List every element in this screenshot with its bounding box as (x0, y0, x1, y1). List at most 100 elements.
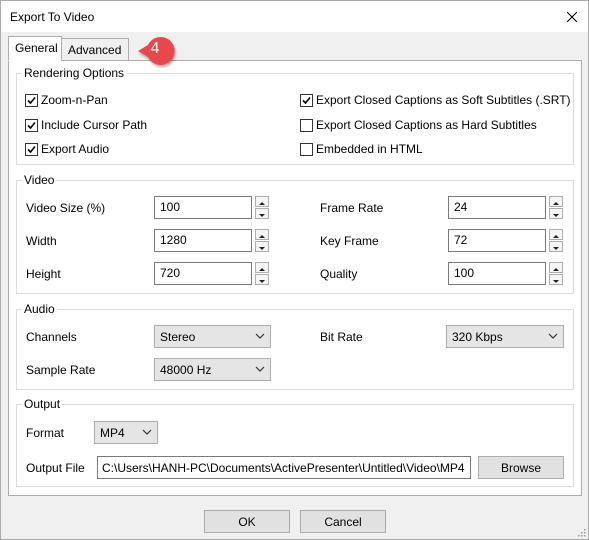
close-icon (567, 11, 577, 22)
checkbox-box (300, 142, 313, 156)
chevron-down-icon (548, 333, 558, 339)
spin-up-button[interactable] (549, 229, 563, 240)
output-file-input[interactable]: C:\Users\HANH-PC\Documents\ActivePresent… (97, 456, 471, 479)
hard-subtitles-label: Export Closed Captions as Hard Subtitles (316, 118, 537, 132)
spin-down-button[interactable] (255, 274, 269, 285)
chevron-down-icon (142, 429, 152, 435)
format-value: MP4 (100, 426, 125, 440)
frame-rate-label: Frame Rate (320, 201, 384, 215)
video-size-label: Video Size (%) (26, 201, 106, 215)
soft-subtitles-checkbox[interactable]: Export Closed Captions as Soft Subtitles… (300, 92, 571, 108)
embedded-in-html-label: Embedded in HTML (316, 142, 423, 156)
quality-input[interactable]: 100 (448, 262, 546, 285)
arrow-up-icon (553, 202, 559, 205)
arrow-down-icon (259, 247, 265, 250)
rendering-options-title: Rendering Options (22, 66, 127, 80)
bit-rate-value: 320 Kbps (452, 330, 503, 344)
spin-down-button[interactable] (549, 208, 563, 219)
spin-up-button[interactable] (255, 262, 269, 273)
resize-grip-icon[interactable] (576, 527, 586, 537)
spin-down-button[interactable] (255, 208, 269, 219)
chevron-down-icon (255, 366, 265, 372)
spin-up-button[interactable] (255, 196, 269, 207)
arrow-down-icon (553, 214, 559, 217)
export-audio-label: Export Audio (41, 142, 110, 156)
sample-rate-value: 48000 Hz (160, 363, 212, 377)
checkbox-box (300, 93, 313, 107)
embedded-in-html-checkbox[interactable]: Embedded in HTML (300, 141, 423, 157)
step-badge-number: 4 (150, 40, 160, 57)
output-title: Output (22, 397, 63, 411)
hard-subtitles-checkbox[interactable]: Export Closed Captions as Hard Subtitles (300, 117, 537, 133)
tab-advanced[interactable]: Advanced (61, 38, 129, 61)
audio-group (16, 309, 574, 390)
include-cursor-path-checkbox[interactable]: Include Cursor Path (25, 117, 147, 133)
format-select[interactable]: MP4 (94, 421, 158, 444)
tab-general-label: General (15, 41, 58, 55)
soft-subtitles-label: Export Closed Captions as Soft Subtitles… (316, 93, 571, 107)
chevron-down-icon (255, 333, 265, 339)
tab-general[interactable]: General (8, 36, 62, 61)
sample-rate-label: Sample Rate (26, 363, 96, 377)
general-tab-panel: Rendering Options Zoom-n-Pan Include Cur… (8, 60, 582, 496)
width-label: Width (26, 234, 57, 248)
check-icon (27, 96, 36, 104)
frame-rate-spinner[interactable] (549, 196, 563, 219)
checkbox-box (25, 142, 38, 156)
key-frame-input[interactable]: 72 (448, 229, 546, 252)
spin-down-button[interactable] (549, 241, 563, 252)
bit-rate-select[interactable]: 320 Kbps (446, 325, 564, 348)
frame-rate-input[interactable]: 24 (448, 196, 546, 219)
arrow-down-icon (259, 214, 265, 217)
channels-select[interactable]: Stereo (154, 325, 271, 348)
arrow-up-icon (259, 235, 265, 238)
spin-down-button[interactable] (549, 274, 563, 285)
height-spinner[interactable] (255, 262, 269, 285)
ok-button[interactable]: OK (204, 510, 290, 533)
channels-label: Channels (26, 330, 77, 344)
export-to-video-dialog: Export To Video General Advanced 4 Rende… (0, 0, 589, 540)
arrow-up-icon (259, 202, 265, 205)
check-icon (302, 96, 311, 104)
tab-advanced-label: Advanced (68, 43, 122, 57)
video-size-spinner[interactable] (255, 196, 269, 219)
arrow-down-icon (553, 247, 559, 250)
height-input[interactable]: 720 (154, 262, 252, 285)
audio-title: Audio (22, 302, 57, 316)
quality-spinner[interactable] (549, 262, 563, 285)
width-input[interactable]: 1280 (154, 229, 252, 252)
output-file-label: Output File (26, 461, 85, 475)
video-size-input[interactable]: 100 (154, 196, 252, 219)
arrow-down-icon (553, 280, 559, 283)
quality-label: Quality (320, 267, 358, 281)
arrow-up-icon (259, 268, 265, 271)
spin-up-button[interactable] (549, 262, 563, 273)
checkbox-box (25, 118, 38, 132)
spin-down-button[interactable] (255, 241, 269, 252)
spin-up-button[interactable] (549, 196, 563, 207)
zoom-n-pan-checkbox[interactable]: Zoom-n-Pan (25, 92, 108, 108)
browse-button[interactable]: Browse (478, 456, 564, 479)
spin-up-button[interactable] (255, 229, 269, 240)
width-spinner[interactable] (255, 229, 269, 252)
include-cursor-path-label: Include Cursor Path (41, 118, 148, 132)
arrow-up-icon (553, 268, 559, 271)
key-frame-label: Key Frame (320, 234, 379, 248)
window-title: Export To Video (10, 10, 95, 24)
channels-value: Stereo (160, 330, 196, 344)
cancel-button[interactable]: Cancel (300, 510, 386, 533)
format-label: Format (26, 426, 65, 440)
arrow-down-icon (259, 280, 265, 283)
checkbox-box (300, 118, 313, 132)
close-button[interactable] (556, 1, 588, 32)
zoom-n-pan-label: Zoom-n-Pan (41, 93, 108, 107)
arrow-up-icon (553, 235, 559, 238)
checkbox-box (25, 93, 38, 107)
key-frame-spinner[interactable] (549, 229, 563, 252)
height-label: Height (26, 267, 61, 281)
sample-rate-select[interactable]: 48000 Hz (154, 358, 271, 381)
bit-rate-label: Bit Rate (320, 330, 363, 344)
check-icon (27, 145, 36, 153)
export-audio-checkbox[interactable]: Export Audio (25, 141, 109, 157)
video-title: Video (22, 173, 57, 187)
